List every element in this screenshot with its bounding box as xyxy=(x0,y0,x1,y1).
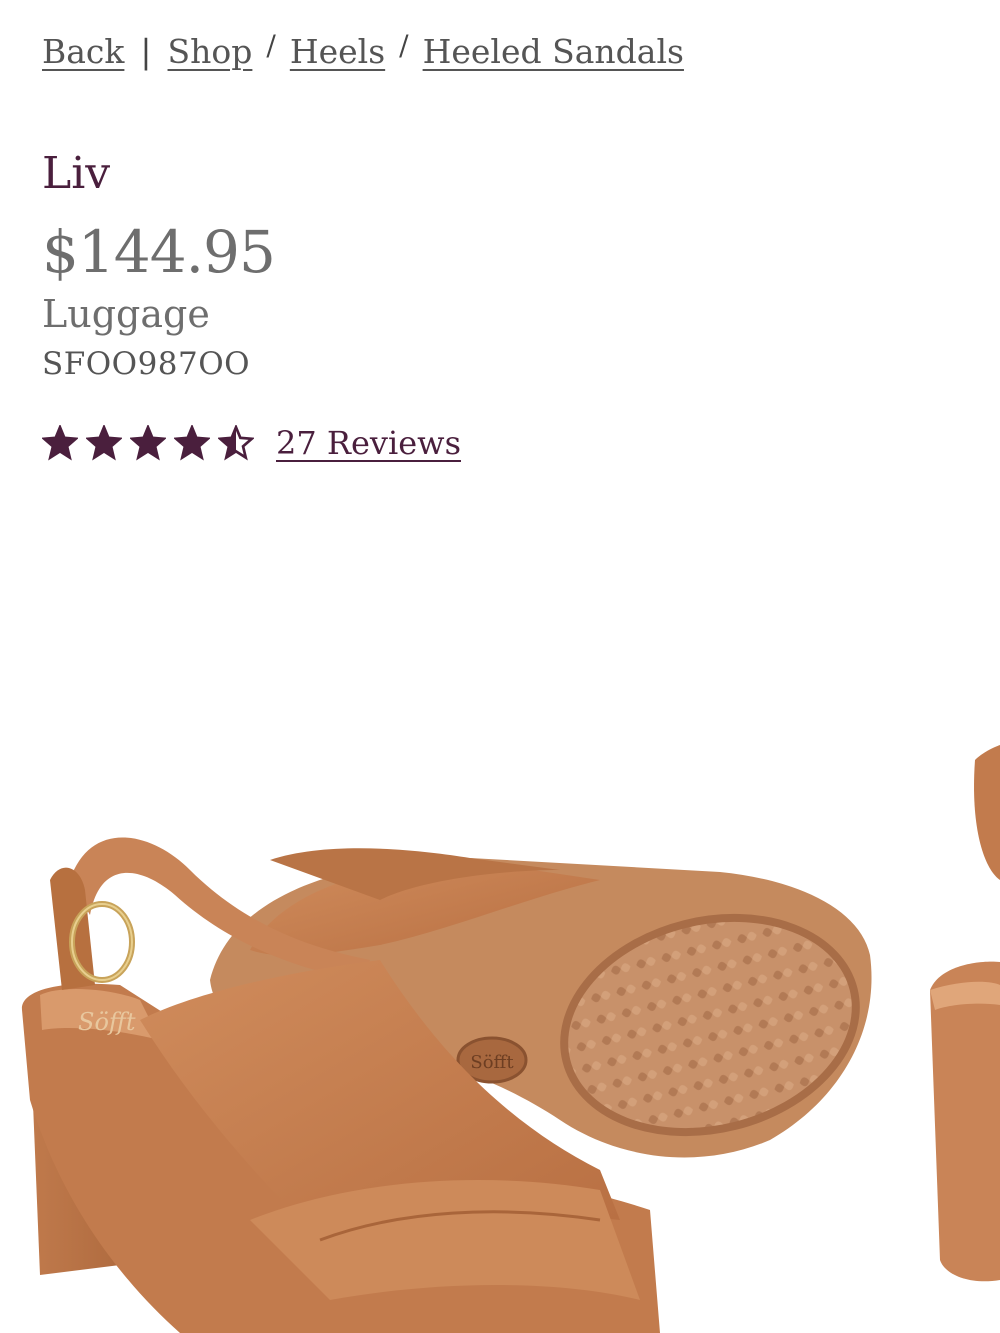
back-link[interactable]: Back xyxy=(42,32,124,71)
star-full-icon xyxy=(86,425,122,461)
star-full-icon xyxy=(174,425,210,461)
sole-logo: Söfft xyxy=(470,1052,514,1073)
product-title: Liv xyxy=(42,148,111,199)
breadcrumb-shop-link[interactable]: Shop xyxy=(168,32,253,71)
reviews-link[interactable]: 27 Reviews xyxy=(276,424,461,462)
breadcrumb-heels-link[interactable]: Heels xyxy=(290,32,385,71)
rating-stars[interactable] xyxy=(42,425,254,461)
star-full-icon xyxy=(130,425,166,461)
star-full-icon xyxy=(42,425,78,461)
breadcrumb-separator: / xyxy=(399,29,409,62)
product-color: Luggage xyxy=(42,292,210,336)
breadcrumb-separator: / xyxy=(266,29,276,62)
product-rating: 27 Reviews xyxy=(42,424,461,462)
insole-logo: Söfft xyxy=(78,1008,136,1036)
breadcrumb: Back | Shop / Heels / Heeled Sandals xyxy=(42,29,684,71)
side-shoe-partial xyxy=(930,745,1000,1282)
star-half-icon xyxy=(218,425,254,461)
breadcrumb-heeled-sandals-link[interactable]: Heeled Sandals xyxy=(423,32,684,71)
product-image[interactable]: Söfft Söfft xyxy=(0,740,1000,1333)
breadcrumb-divider: | xyxy=(140,32,152,71)
product-price: $144.95 xyxy=(42,218,276,286)
product-sku: SFOO987OO xyxy=(42,346,251,382)
